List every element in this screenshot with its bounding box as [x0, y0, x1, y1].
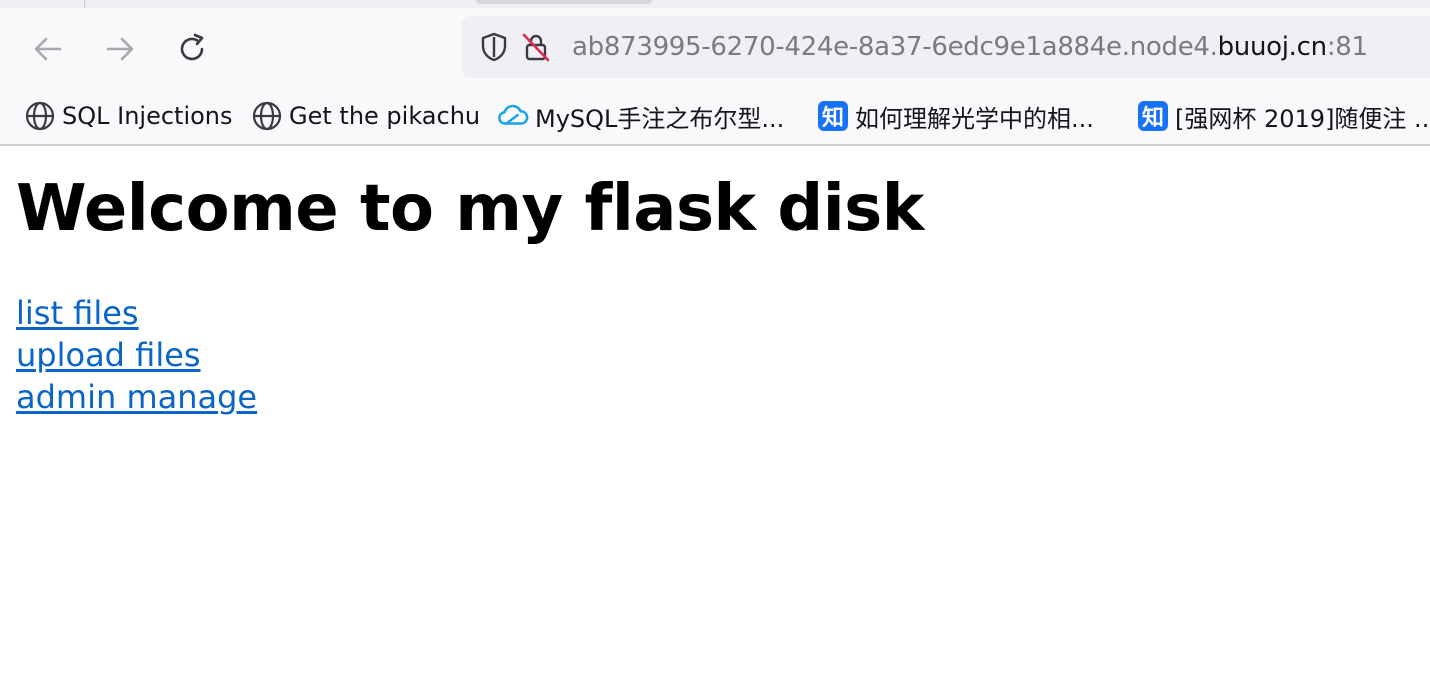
active-tab-edge	[476, 0, 652, 4]
browser-window: ab873995-6270-424e-8a37-6edc9e1a884e.nod…	[0, 0, 1430, 693]
tab-separator	[84, 0, 85, 8]
list-files-link[interactable]: list files	[16, 292, 139, 334]
bookmark-label: [强网杯 2019]随便注 ...	[1175, 104, 1430, 133]
globe-icon	[251, 100, 283, 132]
bookmark-label: 如何理解光学中的相...	[855, 104, 1094, 133]
shield-icon[interactable]	[478, 31, 510, 63]
url-prefix: ab873995-6270-424e-8a37-6edc9e1a884e.nod…	[572, 32, 1218, 62]
arrow-right-icon	[106, 37, 134, 61]
bookmark-label: SQL Injections	[62, 102, 233, 130]
address-bar[interactable]: ab873995-6270-424e-8a37-6edc9e1a884e.nod…	[462, 16, 1430, 78]
bookmark-get-the-pikachu[interactable]: Get the pikachu	[251, 88, 480, 144]
bookmark-sql-injections[interactable]: SQL Injections	[24, 88, 233, 144]
url-domain: buuoj.cn	[1217, 32, 1328, 62]
tab-strip	[0, 0, 1430, 8]
nav-links: list files upload files admin manage	[16, 292, 1414, 418]
bookmarks-toolbar: SQL Injections Get the pikachu MySQL手注之布…	[0, 88, 1430, 146]
page-content: Welcome to my flask disk list files uplo…	[0, 172, 1430, 418]
reload-button[interactable]	[172, 29, 212, 69]
arrow-left-icon	[34, 37, 62, 61]
admin-manage-link[interactable]: admin manage	[16, 376, 257, 418]
bookmark-zhihu-optics[interactable]: 知 如何理解光学中的相...	[817, 88, 1094, 144]
cloud-icon	[497, 100, 529, 132]
globe-icon	[24, 100, 56, 132]
insecure-lock-icon[interactable]	[520, 31, 552, 63]
zhihu-icon: 知	[817, 100, 849, 132]
bookmark-label: Get the pikachu	[289, 102, 481, 130]
bookmark-zhihu-qwb-2019[interactable]: 知 [强网杯 2019]随便注 ...	[1137, 88, 1430, 144]
zhihu-icon: 知	[1137, 100, 1169, 132]
navigation-toolbar: ab873995-6270-424e-8a37-6edc9e1a884e.nod…	[0, 8, 1430, 88]
url-text[interactable]: ab873995-6270-424e-8a37-6edc9e1a884e.nod…	[572, 32, 1368, 62]
reload-icon	[180, 33, 204, 61]
url-port: :81	[1326, 32, 1368, 62]
bookmark-mysql-boolean[interactable]: MySQL手注之布尔型...	[497, 88, 784, 144]
forward-button[interactable]	[100, 29, 140, 69]
back-button[interactable]	[28, 29, 68, 69]
page-title: Welcome to my flask disk	[16, 172, 924, 246]
bookmark-label: MySQL手注之布尔型...	[535, 104, 785, 133]
upload-files-link[interactable]: upload files	[16, 334, 201, 376]
